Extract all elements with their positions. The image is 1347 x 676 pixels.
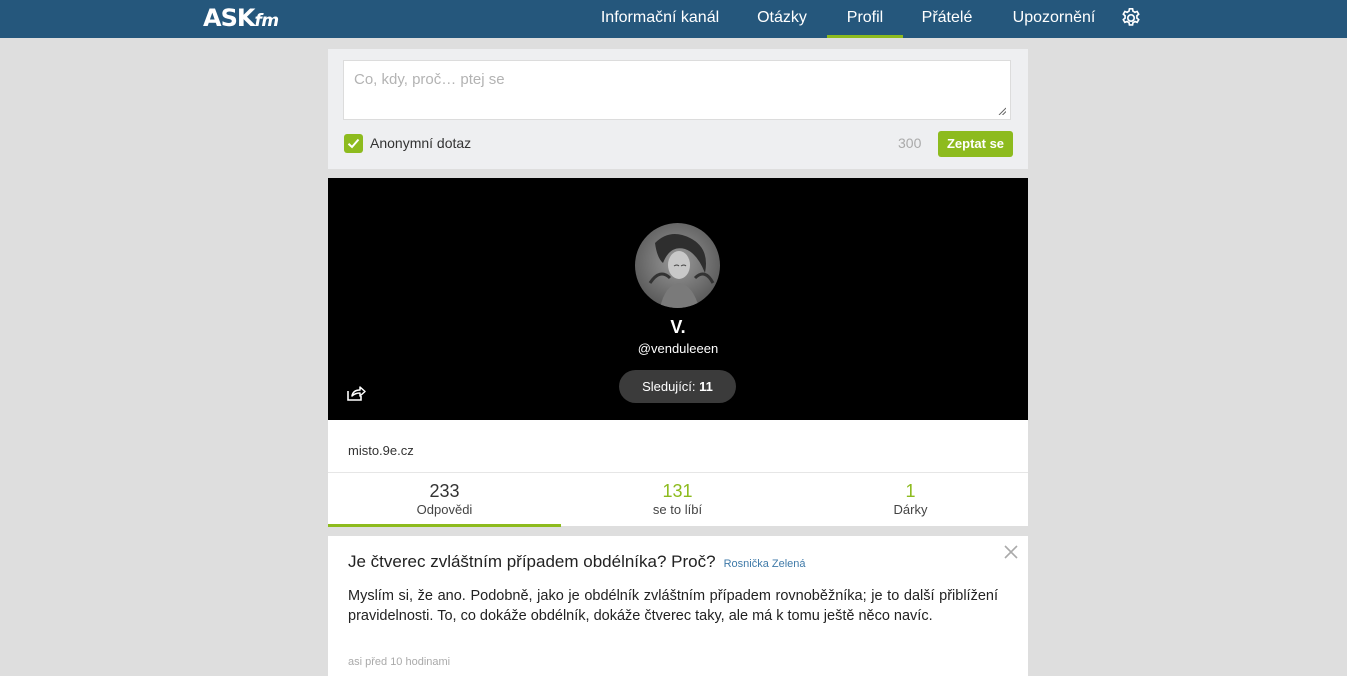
profile-info-panel: misto.9e.cz 233 Odpovědi 131 se to líbí … — [328, 420, 1028, 527]
share-icon[interactable] — [346, 384, 366, 402]
nav-item-questions[interactable]: Otázky — [748, 0, 816, 38]
stat-label: Odpovědi — [416, 502, 473, 517]
followers-count: 11 — [699, 379, 713, 394]
followers-button[interactable]: Sledující: 11 — [619, 370, 736, 403]
askfm-logo[interactable]: ASKfm — [203, 3, 279, 36]
anonymous-label: Anonymní dotaz — [370, 135, 472, 151]
followers-label: Sledující: — [642, 379, 696, 394]
answer-timestamp: asi před 10 hodinami — [348, 656, 451, 668]
stat-value: 131 — [662, 481, 693, 501]
question-author-link[interactable]: Rosnička Zelená — [724, 558, 806, 570]
nav-item-profile[interactable]: Profil — [827, 0, 903, 38]
nav-item-label: Upozornění — [1012, 9, 1096, 26]
resize-handle-icon[interactable] — [998, 107, 1006, 115]
top-navigation-bar: ASKfm Informační kanál Otázky Profil Přá… — [0, 0, 1347, 38]
stat-value: 233 — [429, 481, 460, 501]
avatar[interactable] — [635, 223, 720, 308]
nav-item-label: Otázky — [757, 9, 807, 26]
stat-value: 1 — [905, 481, 916, 501]
ask-submit-button[interactable]: Zeptat se — [938, 131, 1013, 157]
profile-header: V. @venduleeen Sledující: 11 — [328, 178, 1028, 420]
stat-label: se to líbí — [652, 502, 703, 517]
close-icon[interactable] — [1003, 544, 1019, 560]
stat-answers[interactable]: 233 Odpovědi — [328, 480, 561, 518]
character-counter: 300 — [898, 135, 922, 151]
anonymous-checkbox[interactable] — [344, 134, 363, 153]
nav-item-feed[interactable]: Informační kanál — [592, 0, 728, 38]
stat-likes[interactable]: 131 se to líbí — [561, 480, 794, 518]
active-stat-indicator — [328, 524, 561, 527]
ask-question-panel: Co, kdy, proč… ptej se Anonymní dotaz 30… — [328, 49, 1028, 169]
divider — [328, 472, 1028, 473]
question-title[interactable]: Je čtverec zvláštním případem obdélníka?… — [348, 552, 806, 572]
profile-name: V. — [670, 317, 686, 337]
nav-item-label: Přátelé — [921, 9, 973, 26]
question-textarea[interactable]: Co, kdy, proč… ptej se — [343, 60, 1011, 120]
question-text: Je čtverec zvláštním případem obdélníka?… — [348, 552, 716, 571]
stat-label: Dárky — [893, 502, 928, 517]
gear-icon[interactable] — [1120, 7, 1142, 29]
stat-gifts[interactable]: 1 Dárky — [794, 480, 1027, 518]
answer-text: Myslím si, že ano. Podobně, jako je obdé… — [348, 588, 998, 624]
profile-website-link[interactable]: misto.9e.cz — [348, 443, 414, 458]
logo-sub-text: fm — [254, 11, 279, 31]
nav-item-notifications[interactable]: Upozornění — [1003, 0, 1105, 38]
answer-card: Je čtverec zvláštním případem obdélníka?… — [328, 536, 1028, 676]
question-placeholder: Co, kdy, proč… ptej se — [354, 71, 505, 88]
nav-item-friends[interactable]: Přátelé — [913, 0, 981, 38]
logo-main-text: ASK — [203, 4, 255, 32]
profile-handle: @venduleeen — [637, 341, 719, 356]
nav-item-label: Profil — [846, 9, 884, 26]
checkmark-icon — [347, 138, 360, 149]
nav-item-label: Informační kanál — [600, 9, 720, 26]
